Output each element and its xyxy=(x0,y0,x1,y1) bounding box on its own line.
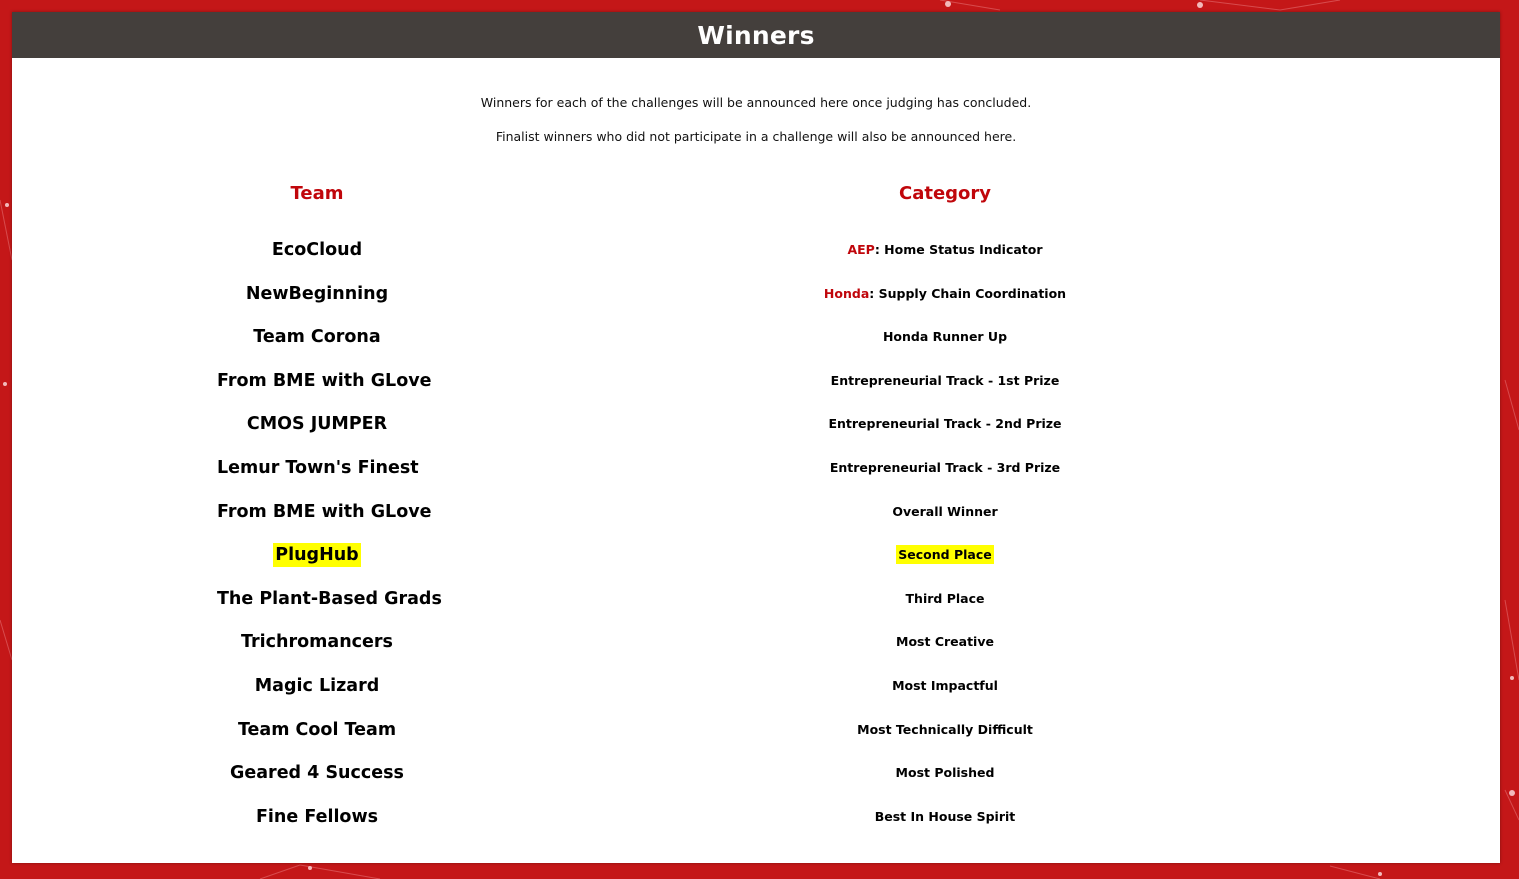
winner-team-name: Team Corona xyxy=(253,327,381,347)
winner-category: Overall Winner xyxy=(892,504,997,519)
winner-category: Honda Runner Up xyxy=(883,329,1007,344)
winner-team-name: NewBeginning xyxy=(245,284,389,304)
winner-team-name: PlugHub xyxy=(273,543,361,567)
category-label: Second Place xyxy=(898,547,992,562)
winner-team-name: Magic Lizard xyxy=(254,676,380,696)
winner-team-row: Geared 4 Success xyxy=(217,760,417,786)
winner-category-row: Entrepreneurial Track - 2nd Prize xyxy=(745,411,1145,437)
winner-category: Most Technically Difficult xyxy=(857,722,1033,737)
winner-category: Most Impactful xyxy=(892,678,998,693)
category-label: : Supply Chain Coordination xyxy=(869,286,1067,301)
winner-team-row: Lemur Town's Finest xyxy=(217,455,419,481)
category-label: Most Creative xyxy=(896,634,994,649)
winner-category-row: Most Impactful xyxy=(745,673,1145,699)
sponsor-name: Honda xyxy=(823,286,870,301)
winner-category: Entrepreneurial Track - 3rd Prize xyxy=(830,460,1060,475)
winner-team-row: The Plant-Based Grads xyxy=(217,586,442,612)
winner-category-row: Entrepreneurial Track - 1st Prize xyxy=(745,368,1145,394)
winner-category: Entrepreneurial Track - 2nd Prize xyxy=(828,416,1061,431)
winner-category-row: Entrepreneurial Track - 3rd Prize xyxy=(745,455,1145,481)
winner-team-name: From BME with GLove xyxy=(217,502,432,522)
winner-team-row: PlugHub xyxy=(217,542,417,568)
category-label: Most Technically Difficult xyxy=(857,722,1033,737)
category-label: Third Place xyxy=(905,591,985,606)
winner-category: Second Place xyxy=(896,545,994,564)
category-label: Overall Winner xyxy=(892,504,998,519)
panel-title: Winners xyxy=(697,20,815,50)
winner-category: Best In House Spirit xyxy=(875,809,1016,824)
winner-team-row: NewBeginning xyxy=(217,281,417,307)
winner-team-name: Geared 4 Success xyxy=(230,763,404,783)
winner-team-row: Team Cool Team xyxy=(217,717,417,743)
category-label: Entrepreneurial Track - 2nd Prize xyxy=(828,416,1062,431)
category-label: : Home Status Indicator xyxy=(874,242,1043,257)
team-column-header: Team xyxy=(290,183,344,204)
category-label: Entrepreneurial Track - 1st Prize xyxy=(830,373,1060,388)
winner-category: AEP: Home Status Indicator xyxy=(847,242,1042,257)
winner-team-row: CMOS JUMPER xyxy=(217,411,417,437)
winner-category: Most Polished xyxy=(896,765,995,780)
winner-team-name: From BME with GLove xyxy=(217,371,432,391)
winner-category-row: Honda: Supply Chain Coordination xyxy=(745,281,1145,307)
winner-team-row: Team Corona xyxy=(217,324,417,350)
winner-team-name: Lemur Town's Finest xyxy=(217,458,419,478)
sponsor-name: AEP xyxy=(847,242,875,257)
category-label: Honda Runner Up xyxy=(882,329,1008,344)
panel-header: Winners xyxy=(12,12,1500,58)
winner-category-row: Most Technically Difficult xyxy=(745,717,1145,743)
category-label: Most Impactful xyxy=(892,678,998,693)
winner-team-name: EcoCloud xyxy=(271,240,363,260)
category-column-header: Category xyxy=(898,183,992,204)
category-label: Entrepreneurial Track - 3rd Prize xyxy=(829,460,1061,475)
winner-team-name: CMOS JUMPER xyxy=(246,414,388,434)
winner-category-row: Overall Winner xyxy=(745,499,1145,525)
winner-category: Most Creative xyxy=(896,634,994,649)
winner-category-row: Best In House Spirit xyxy=(745,804,1145,830)
winner-team-row: Magic Lizard xyxy=(217,673,417,699)
winner-category: Honda: Supply Chain Coordination xyxy=(824,286,1066,301)
winner-team-row: Trichromancers xyxy=(217,629,417,655)
winner-team-row: EcoCloud xyxy=(217,237,417,263)
winner-category-row: Most Creative xyxy=(745,629,1145,655)
intro-line-2: Finalist winners who did not participate… xyxy=(495,129,1017,144)
winners-panel: Winners Winners for each of the challeng… xyxy=(12,12,1500,863)
winner-category-row: Most Polished xyxy=(745,760,1145,786)
winner-team-row: From BME with GLove xyxy=(217,368,432,394)
winner-category-row: Honda Runner Up xyxy=(745,324,1145,350)
winner-category-row: Second Place xyxy=(745,542,1145,568)
winner-category-row: AEP: Home Status Indicator xyxy=(745,237,1145,263)
winner-team-row: Fine Fellows xyxy=(217,804,417,830)
winner-team-name: Trichromancers xyxy=(241,632,393,652)
winner-category-row: Third Place xyxy=(745,586,1145,612)
intro-line-1: Winners for each of the challenges will … xyxy=(480,95,1032,110)
winner-category: Entrepreneurial Track - 1st Prize xyxy=(831,373,1060,388)
winner-team-name: The Plant-Based Grads xyxy=(217,589,442,609)
winner-team-name: Fine Fellows xyxy=(255,807,379,827)
winner-team-row: From BME with GLove xyxy=(217,499,432,525)
winner-team-name: Team Cool Team xyxy=(237,720,397,740)
category-label: Most Polished xyxy=(895,765,995,780)
category-label: Best In House Spirit xyxy=(874,809,1016,824)
winner-category: Third Place xyxy=(906,591,985,606)
